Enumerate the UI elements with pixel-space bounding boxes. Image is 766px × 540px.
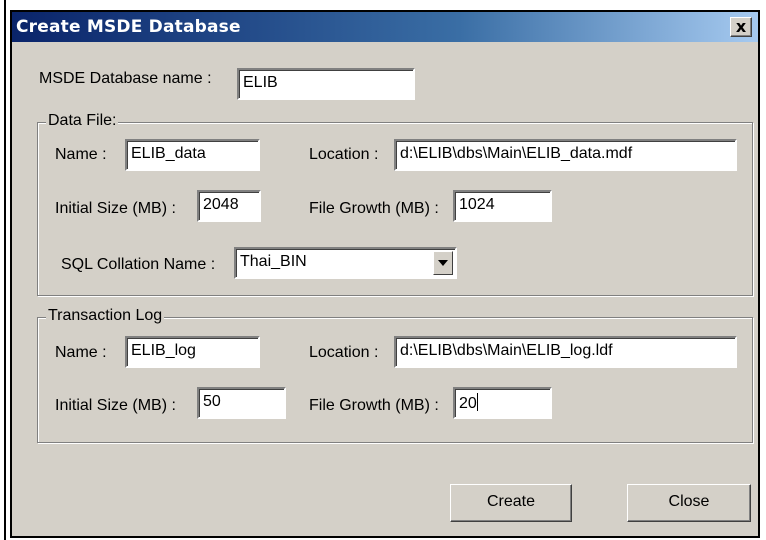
transaction-log-group-title: Transaction Log — [46, 307, 165, 325]
data-file-initial-size-input[interactable]: 2048 — [197, 190, 261, 222]
create-msde-database-dialog: Create MSDE Database x MSDE Database nam… — [10, 10, 760, 538]
data-file-name-input[interactable]: ELIB_data — [125, 139, 260, 171]
data-file-name-label: Name : — [55, 146, 107, 163]
log-initial-size-label: Initial Size (MB) : — [55, 397, 176, 414]
data-file-location-input[interactable]: d:\ELIB\dbs\Main\ELIB_data.mdf — [394, 139, 737, 171]
log-growth-value: 20 — [459, 395, 477, 412]
close-icon[interactable]: x — [730, 17, 752, 37]
data-file-location-label: Location : — [309, 146, 379, 163]
chevron-down-icon[interactable] — [433, 251, 453, 275]
data-file-growth-input[interactable]: 1024 — [453, 190, 552, 222]
log-name-input[interactable]: ELIB_log — [125, 336, 260, 368]
log-location-input[interactable]: d:\ELIB\dbs\Main\ELIB_log.ldf — [394, 336, 737, 368]
text-caret — [476, 393, 478, 411]
log-name-label: Name : — [55, 344, 107, 361]
log-initial-size-input[interactable]: 50 — [197, 387, 286, 419]
log-location-label: Location : — [309, 344, 379, 361]
data-file-growth-label: File Growth (MB) : — [309, 200, 439, 217]
sql-collation-select[interactable]: Thai_BIN — [234, 247, 457, 279]
sql-collation-label: SQL Collation Name : — [61, 256, 216, 273]
data-file-group-title: Data File: — [46, 112, 119, 130]
window-title: Create MSDE Database — [16, 17, 241, 37]
log-growth-label: File Growth (MB) : — [309, 397, 439, 414]
database-name-input[interactable]: ELIB — [237, 68, 415, 100]
sql-collation-value: Thai_BIN — [240, 253, 307, 270]
background-window-edge — [0, 0, 6, 540]
database-name-label: MSDE Database name : — [39, 70, 212, 87]
close-button[interactable]: Close — [627, 484, 751, 522]
title-bar[interactable]: Create MSDE Database x — [12, 12, 758, 42]
log-growth-input[interactable]: 20 — [453, 387, 552, 419]
create-button[interactable]: Create — [450, 484, 572, 522]
data-file-initial-size-label: Initial Size (MB) : — [55, 200, 176, 217]
